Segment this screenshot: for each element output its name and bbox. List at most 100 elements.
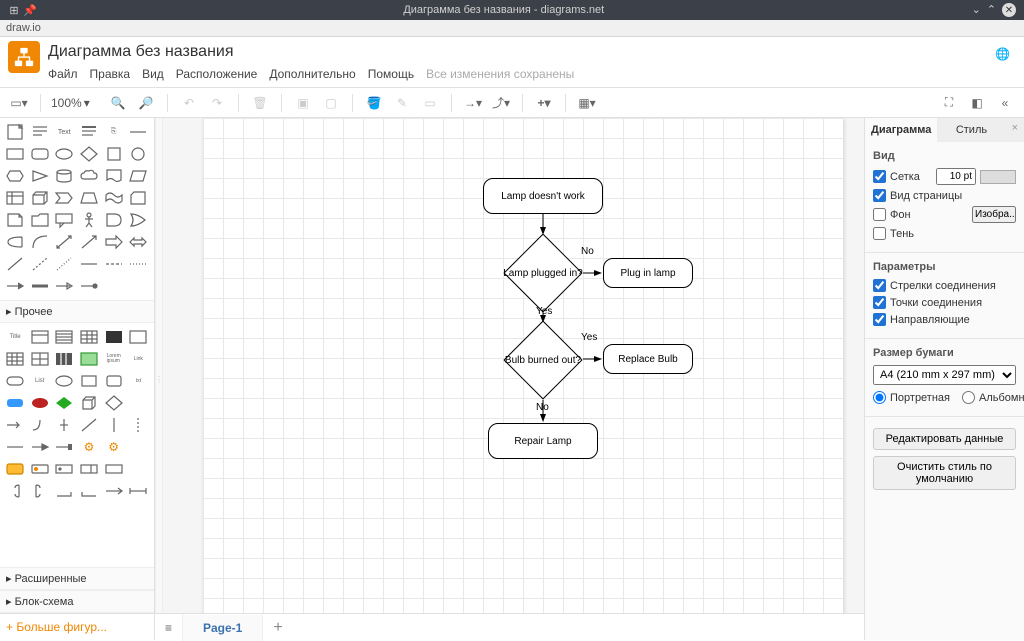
shape-list3[interactable] [53,327,75,347]
section-flowchart[interactable]: ▸ Блок-схема [0,590,154,613]
conn-arrows-checkbox[interactable] [873,279,886,292]
menu-arrange[interactable]: Расположение [176,67,258,81]
shape-rounded[interactable] [29,144,51,164]
shape-c2[interactable] [29,437,51,457]
section-advanced[interactable]: ▸ Расширенные [0,567,154,590]
shape-text[interactable]: Text [53,122,75,142]
shape-blue[interactable] [4,393,26,413]
shape-b2[interactable] [29,481,51,501]
waypoint-icon[interactable]: ⤴▾ [490,92,512,114]
shape-r3[interactable] [53,371,75,391]
shape-step[interactable] [53,188,75,208]
undo-icon[interactable]: ↶ [178,92,200,114]
shape-w5[interactable] [103,459,125,479]
minimize-icon[interactable]: ⌄ [972,3,981,17]
background-change-button[interactable]: Изобра... [972,206,1016,223]
document-title[interactable]: Диаграмма без названия [48,41,989,63]
shape-grid3[interactable] [103,327,125,347]
shape-document[interactable] [103,166,125,186]
shape-gear2[interactable]: ⚙ [103,437,125,457]
line-color-icon[interactable]: ✎ [391,92,413,114]
shape-title[interactable]: Title [4,327,26,347]
shape-w2[interactable] [29,459,51,479]
page-tab-add-icon[interactable]: + [263,615,292,641]
shape-w4[interactable] [78,459,100,479]
shape-list2[interactable] [29,327,51,347]
menu-view[interactable]: Вид [142,67,164,81]
shape-link[interactable]: ⎘ [103,122,125,142]
shape-block-arrow[interactable] [103,232,125,252]
to-front-icon[interactable]: ▣ [292,92,314,114]
node-plugged[interactable]: Lamp plugged in? [503,233,583,313]
shape-tbl4[interactable] [78,349,100,369]
shape-paragraph[interactable] [29,122,51,142]
shape-cloud[interactable] [78,166,100,186]
shape-c3[interactable] [53,437,75,457]
paper-size-select[interactable]: A4 (210 mm x 297 mm) [873,365,1016,385]
shape-card[interactable] [127,188,149,208]
shape-page[interactable] [4,122,26,142]
grid-size-input[interactable] [936,168,976,185]
shape-ar3[interactable] [53,415,75,435]
shape-diamond[interactable] [78,144,100,164]
shape-conn3[interactable] [53,276,75,296]
shape-arrow-ne[interactable] [78,232,100,252]
edge-label-yes-2[interactable]: Yes [581,332,597,343]
shape-circle[interactable] [127,144,149,164]
zoom-in-icon[interactable]: 🔍 [107,92,129,114]
shape-biarrow[interactable] [53,232,75,252]
shape-w6[interactable] [127,459,149,479]
shape-c1[interactable] [4,437,26,457]
background-checkbox[interactable] [873,208,886,221]
shadow-icon[interactable]: ▭ [419,92,441,114]
zoom-select[interactable]: 100% ▾ [51,96,101,110]
shape-actor[interactable] [78,210,100,230]
shape-w3[interactable] [53,459,75,479]
shape-box3d[interactable] [78,393,100,413]
shape-conn2[interactable] [29,276,51,296]
shape-tbl1[interactable] [4,349,26,369]
shape-table2[interactable] [4,188,26,208]
node-replace[interactable]: Replace Bulb [603,344,693,374]
shape-b5[interactable] [103,481,125,501]
insert-icon[interactable]: +▾ [533,92,555,114]
shape-lorem[interactable]: Loremipsum [103,349,125,369]
shape-note[interactable] [4,210,26,230]
fill-color-icon[interactable]: 🪣 [363,92,385,114]
close-icon[interactable]: ✕ [1002,3,1016,17]
zoom-out-icon[interactable]: 🔎 [135,92,157,114]
language-icon[interactable]: 🌐 [995,47,1010,61]
shape-cylinder[interactable] [53,166,75,186]
shape-cube[interactable] [29,188,51,208]
node-plugin[interactable]: Plug in lamp [603,258,693,288]
shape-pill[interactable] [4,371,26,391]
page-tabs-menu-icon[interactable]: ≡ [155,614,183,641]
landscape-radio[interactable] [962,391,975,404]
shape-w1[interactable] [4,459,26,479]
shape-ar2[interactable] [29,415,51,435]
redo-icon[interactable]: ↷ [206,92,228,114]
view-mode-button[interactable]: ▭▾ [8,92,30,114]
table-icon[interactable]: ▦▾ [576,92,598,114]
shape-red[interactable] [29,393,51,413]
shape-line-h[interactable] [78,254,100,274]
shapes-sidebar[interactable]: Text ⎘ [0,118,155,640]
menu-extras[interactable]: Дополнительно [269,67,355,81]
shape-tbl3[interactable] [53,349,75,369]
app-menu-icon[interactable]: ⊞ [8,4,20,16]
format-panel-icon[interactable]: ◧ [966,92,988,114]
canvas-area[interactable]: Lamp doesn't work Lamp plugged in? Plug … [163,118,864,640]
fullscreen-icon[interactable]: ⛶ [938,92,960,114]
edge-label-no-1[interactable]: No [581,246,594,257]
pin-icon[interactable]: 📌 [24,4,36,16]
shape-tape[interactable] [103,188,125,208]
shape-curve[interactable] [29,232,51,252]
menu-edit[interactable]: Правка [90,67,131,81]
delete-icon[interactable]: 🗑 [249,92,271,114]
page-tab-1[interactable]: Page-1 [183,615,263,641]
to-back-icon[interactable]: ▢ [320,92,342,114]
shape-x[interactable] [127,393,149,413]
shape-line[interactable] [4,254,26,274]
shape-line-h2[interactable] [103,254,125,274]
shape-hexagon[interactable] [4,166,26,186]
